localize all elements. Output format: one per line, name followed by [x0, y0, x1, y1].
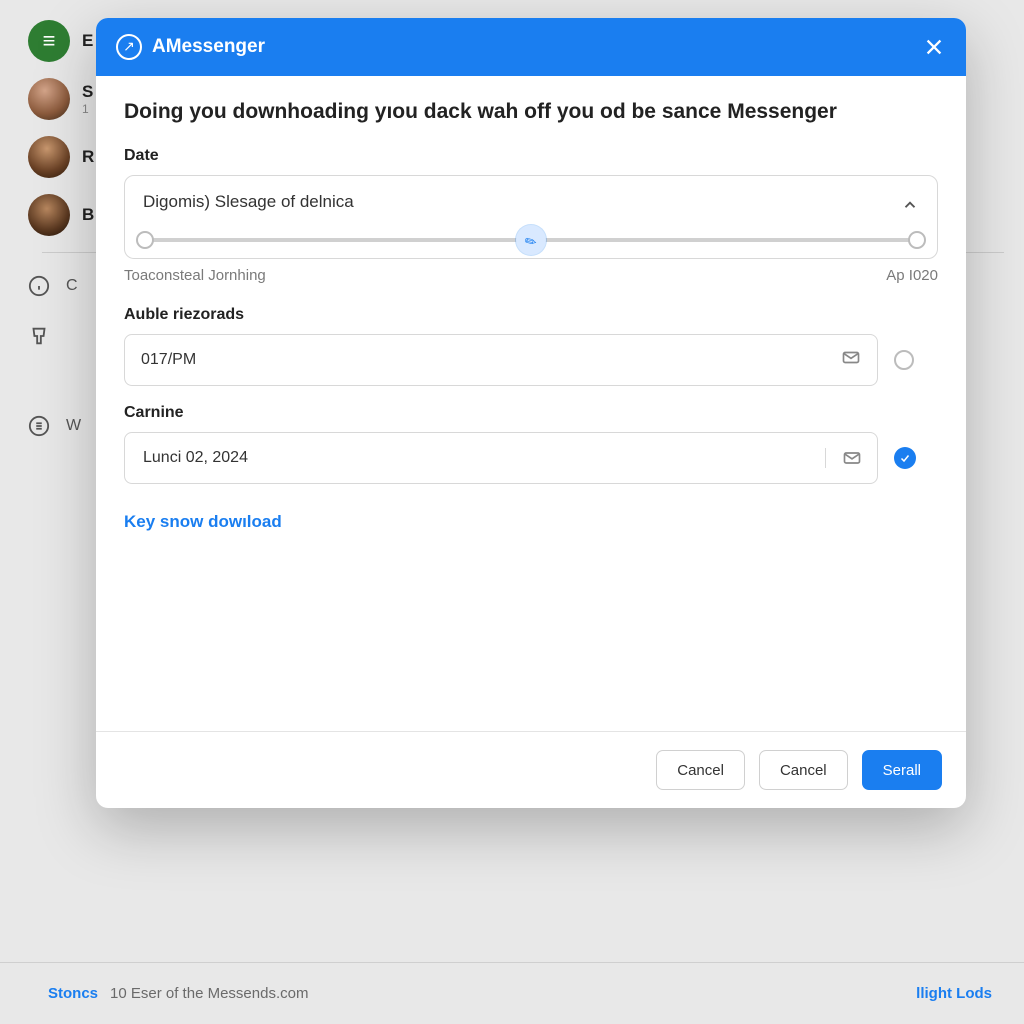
- modal-title: AMessenger: [152, 36, 265, 58]
- modal-dialog: AMessenger Doing you downhoading yıou da…: [96, 18, 966, 808]
- date-range-text: Digomis) Slesage of delnica: [143, 192, 919, 212]
- modal-header: AMessenger: [96, 18, 966, 76]
- footer-right-link[interactable]: llight Lods: [916, 985, 992, 1002]
- modal-overlay: AMessenger Doing you downhoading yıou da…: [0, 0, 1024, 1024]
- close-button[interactable]: [920, 33, 948, 61]
- range-end-label: Ap I020: [886, 267, 938, 284]
- mail-icon[interactable]: [825, 448, 877, 468]
- carnine-label: Carnine: [124, 404, 938, 422]
- submit-button[interactable]: Serall: [862, 750, 942, 790]
- modal-footer: Cancel Cancel Serall: [96, 731, 966, 808]
- date-range-slider[interactable]: ✎: [145, 230, 917, 250]
- date-label: Date: [124, 147, 938, 165]
- time-radio[interactable]: [894, 350, 914, 370]
- cancel-button-2[interactable]: Cancel: [759, 750, 848, 790]
- slider-handle-start[interactable]: [136, 231, 154, 249]
- time-value: 017/PM: [141, 351, 861, 369]
- messenger-icon: [116, 34, 142, 60]
- bottom-bar: Stoncs 10 Eser of the Messends.com lligh…: [0, 962, 1024, 1024]
- time-input[interactable]: 017/PM: [124, 334, 878, 386]
- footer-link[interactable]: Stoncs: [48, 985, 98, 1002]
- slider-thumb[interactable]: ✎: [516, 225, 546, 255]
- range-start-label: Toaconsteal Jornhing: [124, 267, 266, 284]
- date-range-box[interactable]: Digomis) Slesage of delnica ✎: [124, 175, 938, 259]
- slider-handle-end[interactable]: [908, 231, 926, 249]
- modal-heading: Doing you downhoading yıou dack wah off …: [124, 98, 938, 125]
- carnine-value: Lunci 02, 2024: [125, 449, 825, 467]
- carnine-input[interactable]: Lunci 02, 2024: [124, 432, 878, 484]
- check-badge[interactable]: [894, 447, 916, 469]
- download-link[interactable]: Key snow dowıload: [124, 512, 282, 532]
- chevron-up-icon[interactable]: [901, 196, 919, 219]
- modal-body: Doing you downhoading yıou dack wah off …: [96, 76, 966, 731]
- mail-icon: [841, 348, 861, 373]
- pin-icon: ✎: [521, 231, 540, 250]
- cancel-button-1[interactable]: Cancel: [656, 750, 745, 790]
- time-label: Auble riezorads: [124, 306, 938, 324]
- slider-labels: Toaconsteal Jornhing Ap I020: [124, 267, 938, 284]
- footer-text: 10 Eser of the Messends.com: [110, 985, 308, 1002]
